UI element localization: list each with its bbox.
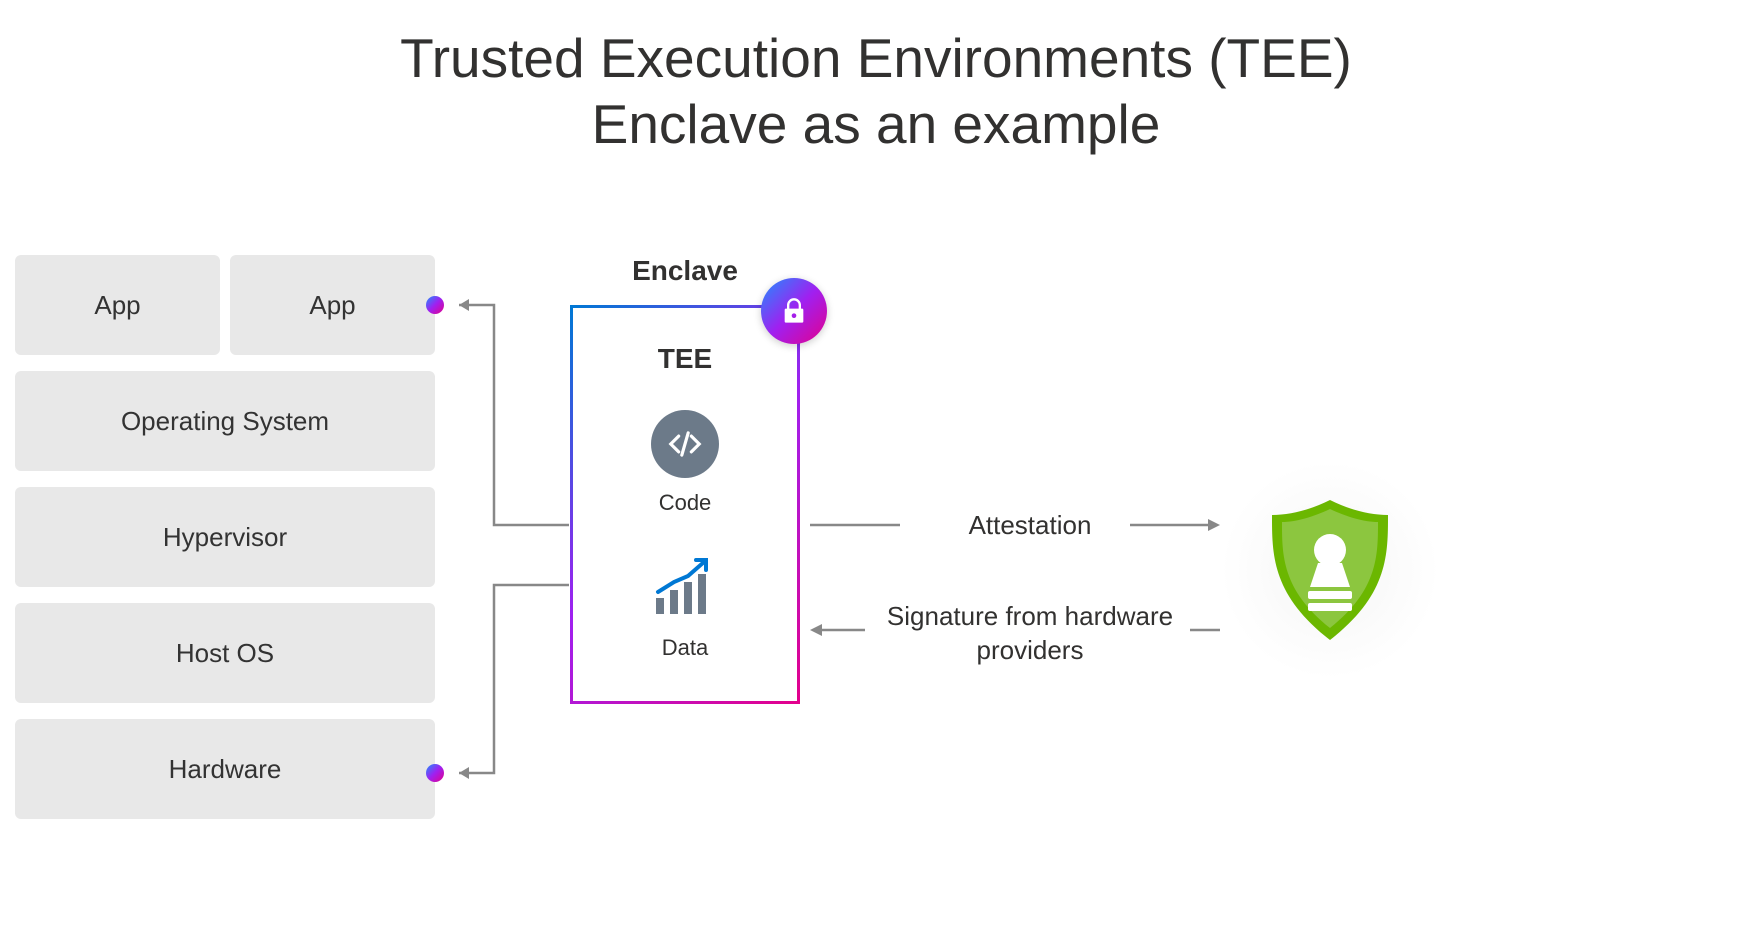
- connector-dot-bottom: [426, 764, 444, 782]
- title-line-2: Enclave as an example: [0, 91, 1752, 157]
- diagram-title: Trusted Execution Environments (TEE) Enc…: [0, 0, 1752, 157]
- block-hardware: Hardware: [15, 719, 435, 819]
- block-app1: App: [15, 255, 220, 355]
- code-icon: [651, 410, 719, 478]
- block-host-os: Host OS: [15, 603, 435, 703]
- enclave-data-item: Data: [593, 556, 777, 661]
- attestation-label: Attestation: [920, 510, 1140, 541]
- data-label: Data: [593, 635, 777, 661]
- connector-enclave-to-hardware: [444, 570, 584, 800]
- enclave-container: Enclave TEE Code: [570, 255, 800, 704]
- connector-enclave-to-app: [444, 280, 584, 540]
- signature-label: Signature from hardware providers: [880, 600, 1180, 668]
- shield-stamp-icon: [1220, 460, 1440, 680]
- code-label: Code: [593, 490, 777, 516]
- chart-icon: [650, 556, 720, 623]
- block-app2: App: [230, 255, 435, 355]
- title-line-1: Trusted Execution Environments (TEE): [0, 25, 1752, 91]
- system-stack: App App Operating System Hypervisor Host…: [15, 255, 435, 835]
- block-hypervisor: Hypervisor: [15, 487, 435, 587]
- enclave-inner-title: TEE: [593, 343, 777, 375]
- block-os: Operating System: [15, 371, 435, 471]
- enclave-code-item: Code: [593, 410, 777, 516]
- enclave-label: Enclave: [570, 255, 800, 287]
- lock-icon: [761, 278, 827, 344]
- enclave-box: TEE Code D: [570, 305, 800, 704]
- connector-dot-top: [426, 296, 444, 314]
